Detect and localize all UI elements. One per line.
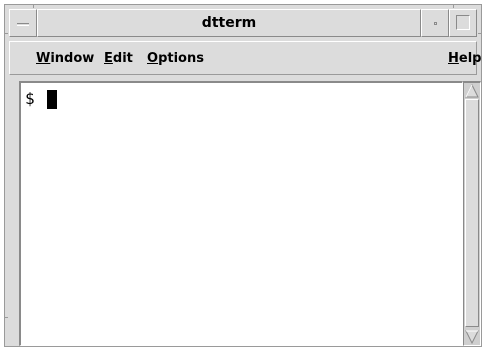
maximize-button[interactable] bbox=[449, 9, 477, 37]
menu-window-label: indow bbox=[50, 51, 95, 66]
minimize-icon bbox=[434, 22, 437, 25]
arrow-down-icon[interactable] bbox=[465, 330, 479, 344]
arrow-up-icon[interactable] bbox=[465, 84, 479, 98]
scrollbar-thumb[interactable] bbox=[465, 99, 479, 327]
menu-window-mnemonic: W bbox=[36, 51, 51, 66]
menu-help-label: elp bbox=[458, 51, 482, 66]
menu-edit-label: dit bbox=[112, 51, 133, 66]
menu-help-mnemonic: H bbox=[448, 51, 459, 66]
window-menu-icon bbox=[17, 23, 29, 26]
menu-window[interactable]: Window bbox=[36, 51, 94, 67]
resize-edge-left[interactable] bbox=[4, 33, 8, 34]
terminal-area[interactable]: $ bbox=[19, 81, 463, 346]
window-menu-button[interactable] bbox=[9, 9, 37, 37]
menu-edit[interactable]: Edit bbox=[104, 51, 133, 67]
menu-bar: Window Edit Options Help bbox=[9, 41, 481, 75]
menu-edit-mnemonic: E bbox=[104, 51, 113, 66]
text-cursor bbox=[47, 90, 57, 109]
menu-options-label: ptions bbox=[158, 51, 204, 66]
resize-edge-right[interactable] bbox=[478, 33, 482, 34]
title-bar[interactable]: dtterm bbox=[9, 9, 477, 37]
resize-corner-top-left[interactable] bbox=[33, 4, 34, 8]
minimize-button[interactable] bbox=[421, 9, 449, 37]
shell-prompt: $ bbox=[25, 89, 35, 108]
menu-options[interactable]: Options bbox=[147, 51, 204, 67]
resize-corner-top-right[interactable] bbox=[453, 4, 454, 8]
menu-help[interactable]: Help bbox=[448, 51, 481, 67]
menu-options-mnemonic: O bbox=[147, 51, 159, 66]
maximize-icon bbox=[456, 15, 470, 30]
vertical-scrollbar[interactable] bbox=[463, 81, 481, 346]
resize-edge-left-bottom[interactable] bbox=[4, 317, 8, 318]
dtterm-window: dtterm Window Edit Options Help $ bbox=[4, 4, 482, 347]
window-title[interactable]: dtterm bbox=[37, 9, 421, 37]
